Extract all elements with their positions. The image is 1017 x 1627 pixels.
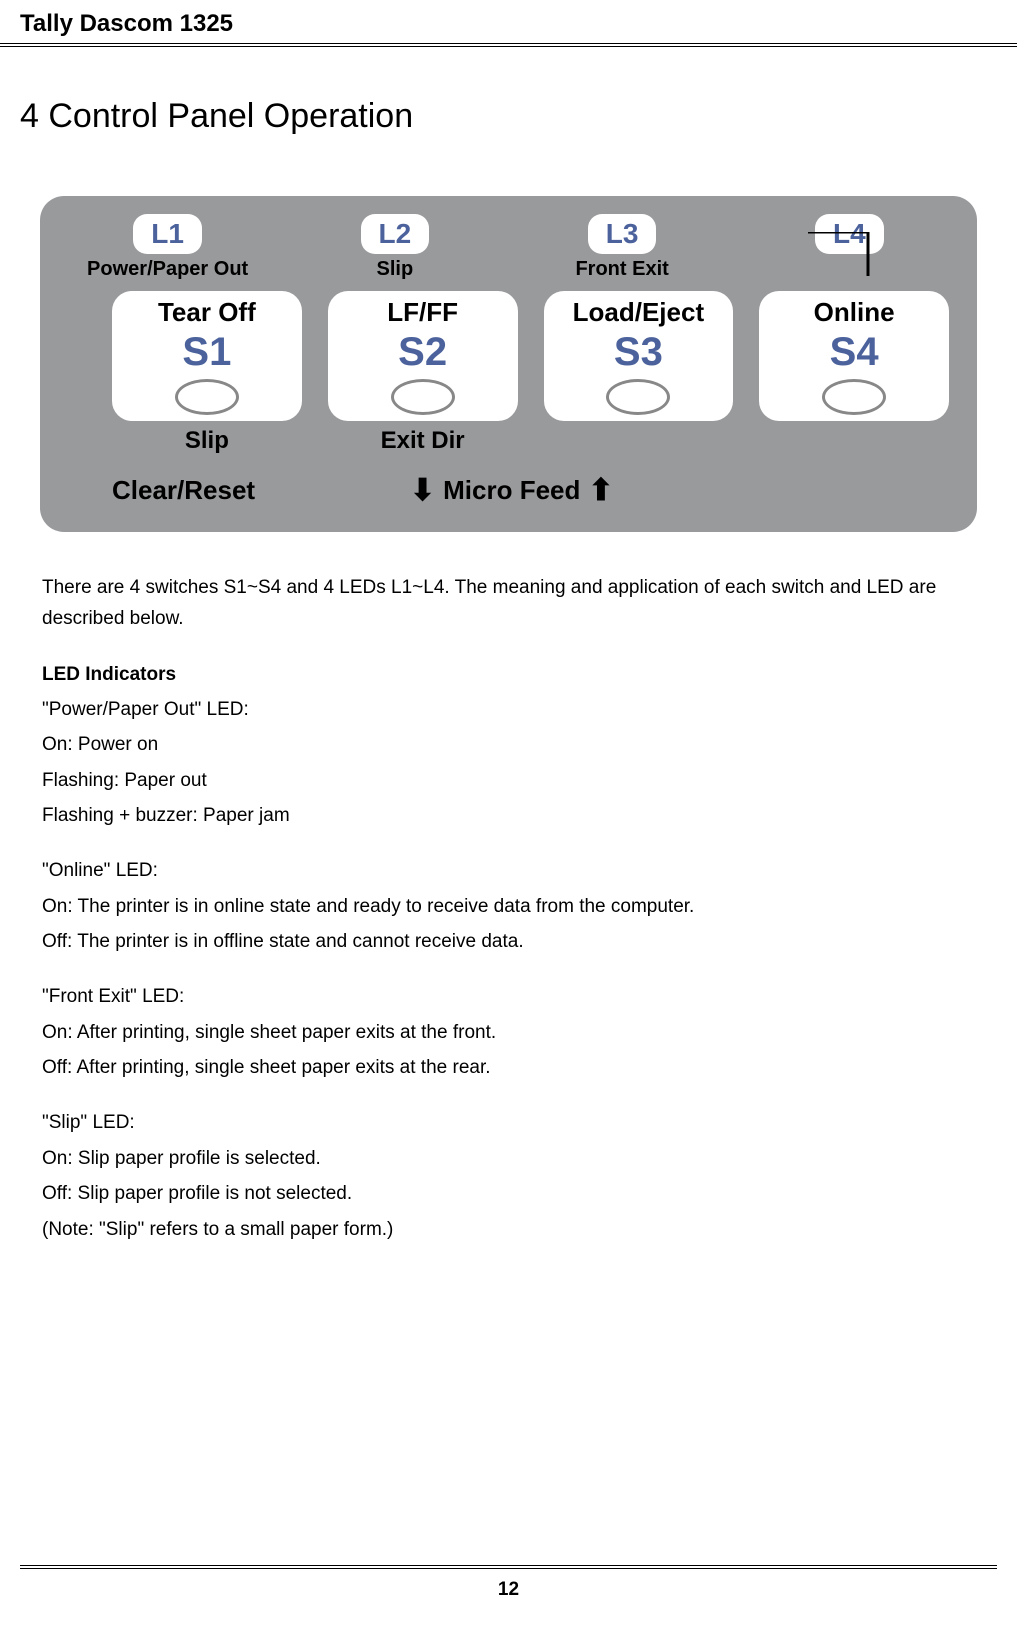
switch-s1: Tear Off S1 xyxy=(112,291,302,421)
switch-button-icon xyxy=(391,379,455,415)
online-led-line: On: The printer is in online state and r… xyxy=(42,891,975,922)
switch-sub-label: Slip xyxy=(112,427,302,455)
switch-sub-label: Exit Dir xyxy=(328,427,518,455)
led-pill: L2 xyxy=(361,214,430,254)
l4-connector-icon xyxy=(806,232,926,282)
page-footer: 12 xyxy=(20,1565,997,1601)
body-content: There are 4 switches S1~S4 and 4 LEDs L1… xyxy=(0,552,1017,1245)
micro-feed-group: ⬇ Micro Feed ⬆ xyxy=(410,473,614,508)
front-led-line: Off: After printing, single sheet paper … xyxy=(42,1052,975,1083)
panel-bottom-row: Clear/Reset ⬇ Micro Feed ⬆ xyxy=(68,473,949,508)
front-led-title: "Front Exit" LED: xyxy=(42,981,975,1012)
slip-led-line: Off: Slip paper profile is not selected. xyxy=(42,1178,975,1209)
led-l3: L3 Front Exit xyxy=(523,214,722,281)
switch-button-icon xyxy=(175,379,239,415)
led-label: Slip xyxy=(377,258,414,281)
arrow-up-icon: ⬆ xyxy=(588,473,613,508)
micro-feed-label: Micro Feed xyxy=(443,475,580,506)
switch-row: Tear Off S1 LF/FF S2 Load/Eject S3 Onlin… xyxy=(68,291,949,421)
switch-top-label: Tear Off xyxy=(158,297,256,328)
led-pill: L3 xyxy=(588,214,657,254)
slip-led-title: "Slip" LED: xyxy=(42,1107,975,1138)
led-l4: L4 xyxy=(750,214,949,254)
online-led-line: Off: The printer is in offline state and… xyxy=(42,926,975,957)
slip-led-note: (Note: "Slip" refers to a small paper fo… xyxy=(42,1214,975,1245)
intro-paragraph: There are 4 switches S1~S4 and 4 LEDs L1… xyxy=(42,572,975,635)
switch-top-label: LF/FF xyxy=(387,297,458,328)
power-led-line: Flashing: Paper out xyxy=(42,765,975,796)
switch-button-icon xyxy=(822,379,886,415)
document-title: Tally Dascom 1325 xyxy=(20,10,233,37)
led-l2: L2 Slip xyxy=(295,214,494,281)
page-number: 12 xyxy=(498,1579,519,1600)
power-led-line: Flashing + buzzer: Paper jam xyxy=(42,800,975,831)
slip-led-line: On: Slip paper profile is selected. xyxy=(42,1143,975,1174)
control-panel-figure: L1 Power/Paper Out L2 Slip L3 Front Exit… xyxy=(40,196,977,532)
switch-s4: Online S4 xyxy=(759,291,949,421)
power-led-title: "Power/Paper Out" LED: xyxy=(42,694,975,725)
page-header: Tally Dascom 1325 xyxy=(0,0,1017,47)
switch-id: S1 xyxy=(182,330,231,375)
switch-s2: LF/FF S2 xyxy=(328,291,518,421)
switch-sub-label xyxy=(759,427,949,455)
switch-sub-label xyxy=(544,427,734,455)
switch-id: S4 xyxy=(830,330,879,375)
power-led-line: On: Power on xyxy=(42,729,975,760)
led-indicators-heading: LED Indicators xyxy=(42,659,975,690)
front-led-line: On: After printing, single sheet paper e… xyxy=(42,1017,975,1048)
switch-button-icon xyxy=(606,379,670,415)
led-pill: L1 xyxy=(133,214,202,254)
led-row: L1 Power/Paper Out L2 Slip L3 Front Exit… xyxy=(68,214,949,281)
switch-sub-row: Slip Exit Dir xyxy=(68,427,949,455)
switch-id: S2 xyxy=(398,330,447,375)
led-label: Front Exit xyxy=(575,258,668,281)
led-l1: L1 Power/Paper Out xyxy=(68,214,267,281)
clear-reset-label: Clear/Reset xyxy=(112,475,308,506)
switch-id: S3 xyxy=(614,330,663,375)
switch-s3: Load/Eject S3 xyxy=(544,291,734,421)
switch-top-label: Online xyxy=(814,297,895,328)
led-label: Power/Paper Out xyxy=(87,258,248,281)
arrow-down-icon: ⬇ xyxy=(410,473,435,508)
online-led-title: "Online" LED: xyxy=(42,855,975,886)
section-title: 4 Control Panel Operation xyxy=(0,47,1017,166)
switch-top-label: Load/Eject xyxy=(573,297,704,328)
